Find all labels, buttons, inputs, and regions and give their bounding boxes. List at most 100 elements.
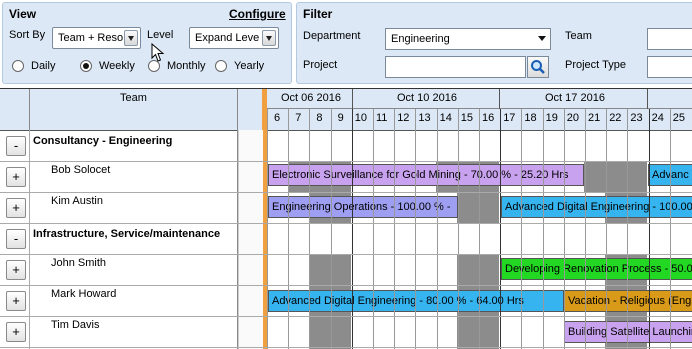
level-value: Expand Leve — [195, 32, 260, 44]
radio-monthly[interactable] — [148, 60, 160, 72]
day-gridline — [649, 109, 650, 349]
day-header: 14 — [439, 112, 452, 124]
resource-name: John Smith — [51, 257, 107, 269]
team-field[interactable] — [647, 28, 692, 50]
day-header: 16 — [482, 112, 495, 124]
day-header: 25 — [672, 112, 686, 124]
day-header: 17 — [503, 112, 516, 124]
project-search-button[interactable] — [527, 56, 549, 78]
day-gridline — [352, 109, 353, 349]
day-gridline — [585, 109, 586, 349]
team-column-header: Team — [120, 92, 147, 104]
sort-by-select[interactable]: Team + Reso — [52, 27, 141, 49]
assignment-bar[interactable]: Developing Renovation Process - 50.00 — [501, 258, 692, 280]
expand-button[interactable]: + — [6, 322, 26, 342]
resource-gantt-grid: Team Oct 06 2016 Oct 10 2016 Oct 17 2016… — [0, 88, 692, 349]
project-input[interactable] — [385, 56, 526, 78]
day-header: 21 — [588, 112, 601, 124]
day-header: 18 — [524, 112, 537, 124]
row-separator — [0, 161, 692, 162]
day-gridline — [394, 109, 395, 349]
expand-button[interactable]: + — [6, 260, 26, 280]
week-divider — [352, 89, 353, 109]
row-separator — [0, 254, 692, 255]
day-header: 23 — [630, 112, 643, 124]
day-header: 15 — [460, 112, 474, 124]
non-working-block — [584, 162, 647, 193]
assignment-bar[interactable]: Electronic Surveillance for Gold Mining … — [268, 164, 584, 186]
day-gridline — [479, 109, 480, 349]
level-select[interactable]: Expand Leve — [189, 27, 279, 49]
sort-by-label: Sort By — [9, 29, 46, 41]
resource-name: Bob Solocet — [51, 164, 111, 176]
project-type-label: Project Type — [565, 59, 626, 71]
resource-name: Kim Austin — [51, 195, 103, 207]
sort-by-value: Team + Reso — [58, 32, 124, 44]
week-divider — [647, 89, 648, 109]
department-select[interactable]: Engineering — [385, 28, 551, 50]
day-header: 9 — [337, 112, 344, 124]
day-gridline — [521, 109, 522, 349]
radio-weekly-label: Weekly — [99, 60, 135, 72]
radio-daily-label: Daily — [31, 60, 56, 72]
non-working-block — [457, 193, 499, 224]
day-gridline — [500, 109, 501, 349]
day-header: 11 — [376, 112, 388, 124]
level-label: Level — [147, 29, 174, 41]
collapse-button[interactable]: - — [6, 136, 26, 156]
assignment-bar[interactable]: Advanced Digital Engineering - 80.00 % -… — [268, 290, 564, 312]
day-gridline — [309, 109, 310, 349]
department-label: Department — [303, 30, 361, 42]
day-gridline — [564, 109, 565, 349]
day-header: 13 — [418, 112, 431, 124]
week-label: Oct 17 2016 — [545, 92, 605, 104]
day-header: 22 — [609, 112, 622, 124]
expand-button[interactable]: + — [6, 198, 26, 218]
week-label: Oct 10 2016 — [397, 92, 457, 104]
resource-name: Mark Howard — [51, 288, 117, 300]
radio-yearly-label: Yearly — [234, 60, 265, 72]
chevron-down-icon[interactable] — [124, 30, 138, 46]
assignment-bar[interactable]: Building Satellite Launching — [564, 321, 692, 343]
day-gridline — [267, 109, 268, 349]
assignment-bar[interactable]: Vacation - Religious (Eng. — [564, 290, 692, 312]
assignment-bar[interactable]: Engineering Operations - 100.00 % - — [268, 196, 458, 218]
day-gridline — [627, 109, 628, 349]
radio-daily[interactable] — [12, 60, 24, 72]
day-header: 12 — [397, 112, 410, 124]
day-gridline — [670, 109, 671, 349]
configure-link[interactable]: Configure — [229, 7, 286, 21]
resource-name: Tim Davis — [51, 319, 100, 331]
team-group-label: Consultancy - Engineering — [33, 135, 173, 147]
project-type-field[interactable] — [647, 56, 692, 78]
day-header: 19 — [545, 112, 558, 124]
filter-panel: Filter Department Engineering Team Proje… — [296, 2, 692, 84]
filter-title: Filter — [303, 7, 333, 21]
view-panel: View Configure Sort By Team + Reso Level… — [2, 2, 292, 84]
day-header: 8 — [316, 112, 323, 124]
radio-weekly[interactable] — [80, 60, 92, 72]
week-label: Oct 06 2016 — [281, 92, 341, 104]
day-header: 6 — [274, 112, 281, 124]
assignment-bar[interactable]: Advanced Digital Engineering - 100.00 — [501, 196, 692, 218]
day-gridline — [437, 109, 438, 349]
department-value: Engineering — [391, 33, 450, 45]
expand-button[interactable]: + — [6, 167, 26, 187]
team-label: Team — [565, 30, 592, 42]
day-gridline — [415, 109, 416, 349]
row-separator — [0, 316, 692, 317]
radio-yearly[interactable] — [215, 60, 227, 72]
expand-button[interactable]: + — [6, 291, 26, 311]
chevron-down-icon[interactable] — [262, 30, 276, 46]
radio-monthly-label: Monthly — [167, 60, 206, 72]
day-gridline — [543, 109, 544, 349]
row-separator — [0, 192, 692, 193]
day-header: 7 — [295, 112, 302, 124]
day-header: 20 — [566, 112, 580, 124]
day-gridline — [373, 109, 374, 349]
chevron-down-icon[interactable] — [538, 36, 546, 41]
button-column-divider — [29, 130, 30, 349]
week-divider — [499, 89, 500, 109]
collapse-button[interactable]: - — [6, 229, 26, 249]
row-separator — [0, 285, 692, 286]
